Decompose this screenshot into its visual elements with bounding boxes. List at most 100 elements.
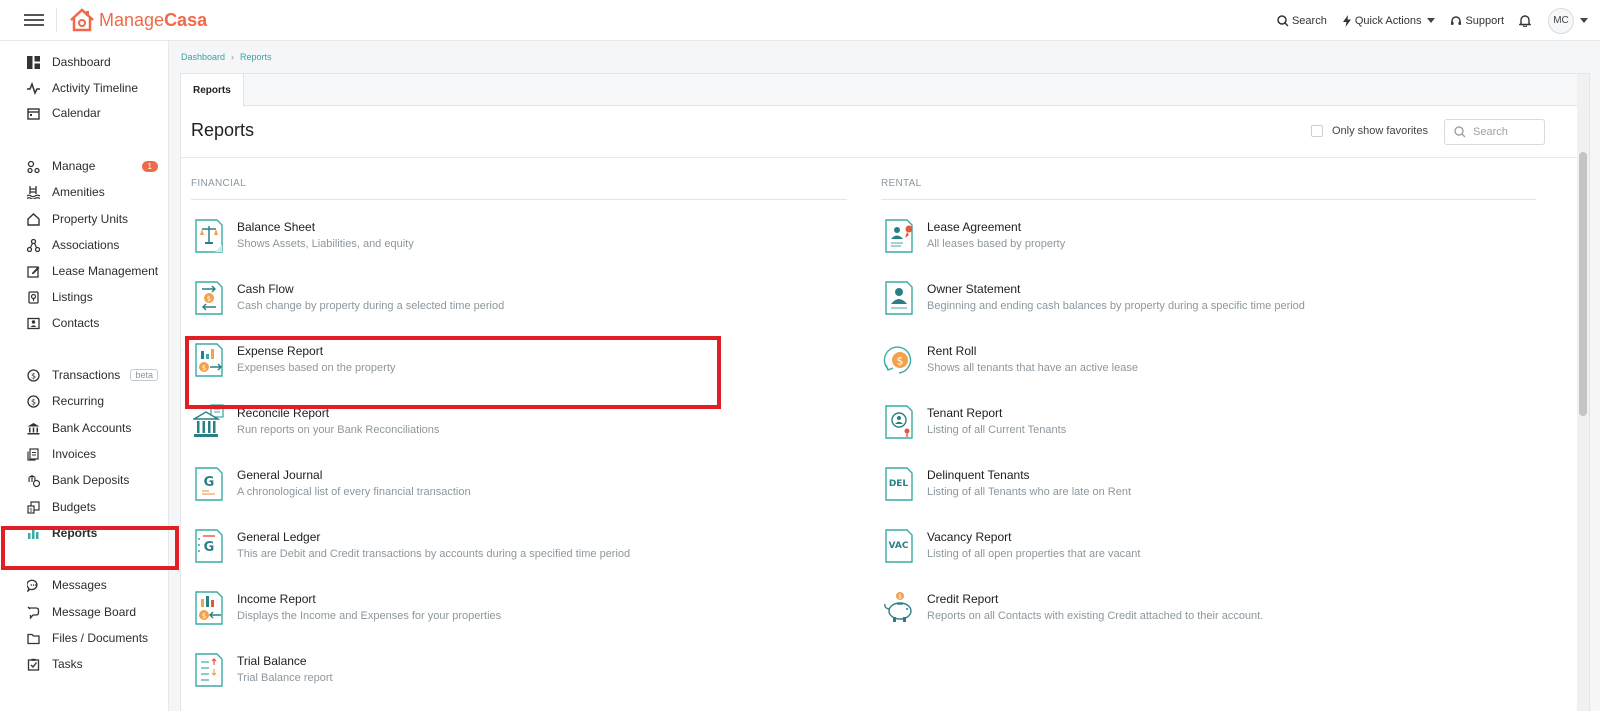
favorites-checkbox[interactable] — [1311, 125, 1323, 137]
sidebar-item-listings[interactable]: Listings — [26, 287, 164, 307]
support-link[interactable]: Support — [1450, 15, 1504, 27]
sidebar-item-lease-management[interactable]: Lease Management — [26, 261, 164, 281]
sidebar-item-reports[interactable]: Reports — [26, 523, 164, 543]
brand-logo[interactable]: Manage Casa — [69, 8, 207, 32]
notifications-button[interactable] — [1519, 14, 1534, 27]
report-trial-balance[interactable]: Trial Balance Trial Balance report — [191, 646, 711, 708]
report-name: Balance Sheet — [237, 220, 316, 234]
report-search-box[interactable] — [1444, 119, 1545, 145]
bank-building-icon — [193, 404, 224, 437]
report-vacancy-report[interactable]: VAC Vacancy Report Listing of all open p… — [881, 522, 1401, 584]
sidebar-item-messages[interactable]: Messages — [26, 575, 164, 595]
sidebar-item-bank-deposits[interactable]: Bank Deposits — [26, 470, 164, 490]
sidebar-item-label: Reports — [52, 526, 98, 540]
report-description: All leases based by property — [927, 238, 1066, 250]
report-description: Cash change by property during a selecte… — [237, 300, 505, 312]
main-content: Dashboard › Reports Reports Reports Only… — [169, 41, 1600, 711]
tab-bar: Reports — [181, 74, 1589, 107]
sidebar-item-budgets[interactable]: $ Budgets — [26, 497, 164, 517]
svg-text:G: G — [204, 540, 215, 555]
deposit-icon — [26, 473, 40, 487]
report-search-input[interactable] — [1473, 126, 1539, 138]
sidebar-item-recurring[interactable]: $ Recurring — [26, 391, 164, 411]
sidebar-item-label: Activity Timeline — [52, 81, 139, 95]
listing-icon — [26, 290, 40, 304]
svg-text:$: $ — [897, 355, 904, 368]
report-description: Trial Balance report — [237, 672, 333, 684]
expense-icon: $ — [195, 343, 223, 377]
svg-text:$: $ — [29, 507, 33, 513]
lightning-icon — [1342, 14, 1351, 27]
sidebar-item-bank-accounts[interactable]: Bank Accounts — [26, 418, 164, 438]
breadcrumb-home-link[interactable]: Dashboard — [181, 52, 225, 62]
report-description: Listing of all Current Tenants — [927, 424, 1067, 436]
sidebar-item-label: Bank Accounts — [52, 421, 132, 435]
page-title: Reports — [191, 120, 255, 140]
sidebar-item-label: Files / Documents — [52, 631, 149, 645]
scrollbar[interactable] — [1577, 74, 1589, 711]
breadcrumb-current[interactable]: Reports — [240, 52, 272, 62]
report-reconcile-report[interactable]: Reconcile Report Run reports on your Ban… — [191, 398, 711, 460]
contact-icon — [26, 316, 40, 330]
recurring-icon: $ — [26, 394, 40, 408]
board-icon — [26, 605, 40, 619]
report-balance-sheet[interactable]: Balance Sheet Shows Assets, Liabilities,… — [191, 212, 711, 274]
report-name: Reconcile Report — [237, 406, 330, 420]
sidebar-item-associations[interactable]: Associations — [26, 235, 164, 255]
sidebar-item-label: Associations — [52, 238, 120, 252]
lease-icon — [885, 219, 913, 253]
user-menu[interactable]: MC — [1548, 7, 1588, 34]
beta-badge: beta — [130, 369, 158, 381]
search-icon — [1277, 14, 1289, 27]
breadcrumb: Dashboard › Reports — [181, 52, 272, 62]
sidebar-item-contacts[interactable]: Contacts — [26, 313, 164, 333]
report-name: Income Report — [237, 592, 316, 606]
sidebar-item-dashboard[interactable]: Dashboard — [26, 52, 164, 72]
top-search-label: Search — [1291, 14, 1327, 27]
brand-name-part2: Casa — [164, 9, 208, 30]
report-owner-statement[interactable]: Owner Statement Beginning and ending cas… — [881, 274, 1401, 336]
message-icon — [26, 578, 40, 592]
sidebar-item-files-documents[interactable]: Files / Documents — [26, 628, 164, 648]
search-icon — [1454, 126, 1466, 138]
sidebar-item-activity-timeline[interactable]: Activity Timeline — [26, 78, 164, 98]
report-income-report[interactable]: $ Income Report Displays the Income and … — [191, 584, 711, 646]
sidebar-item-amenities[interactable]: Amenities — [26, 182, 164, 202]
sidebar-item-property-units[interactable]: Property Units — [26, 209, 164, 229]
report-rent-roll[interactable]: $ Rent Roll Shows all tenants that have … — [881, 336, 1401, 398]
piggy-bank-icon: $ — [884, 592, 912, 622]
quick-actions-label: Quick Actions — [1354, 14, 1422, 27]
owner-icon — [885, 281, 913, 315]
home-icon — [26, 212, 40, 226]
report-description: Run reports on your Bank Reconciliations — [237, 424, 440, 436]
sidebar-item-calendar[interactable]: Calendar — [26, 103, 164, 123]
sidebar-item-manage[interactable]: Manage 1 — [26, 156, 164, 176]
sidebar-item-tasks[interactable]: Tasks — [26, 654, 164, 674]
sidebar-item-invoices[interactable]: Invoices — [26, 444, 164, 464]
sidebar-item-label: Amenities — [52, 185, 105, 199]
sidebar: Dashboard Activity Timeline Calendar Man… — [0, 41, 169, 711]
menu-icon[interactable] — [24, 11, 44, 29]
quick-actions-dropdown[interactable]: Quick Actions — [1342, 14, 1436, 27]
report-lease-agreement[interactable]: Lease Agreement All leases based by prop… — [881, 212, 1401, 274]
report-general-ledger[interactable]: G General Ledger This are Debit and Cred… — [191, 522, 711, 584]
manage-icon — [26, 159, 40, 173]
budget-icon: $ — [26, 500, 40, 514]
report-expense-report[interactable]: $ Expense Report Expenses based on the p… — [191, 336, 711, 398]
top-search-link[interactable]: Search — [1277, 15, 1327, 27]
report-credit-report[interactable]: $ Credit Report Reports on all Contacts … — [881, 584, 1401, 646]
avatar: MC — [1548, 7, 1574, 34]
invoice-icon — [26, 447, 40, 461]
sidebar-item-transactions[interactable]: $ Transactions beta — [26, 365, 164, 385]
report-general-journal[interactable]: G General Journal A chronological list o… — [191, 460, 711, 522]
activity-icon — [26, 81, 40, 95]
scrollbar-thumb[interactable] — [1579, 152, 1587, 416]
tab-reports[interactable]: Reports — [181, 74, 244, 107]
favorites-filter[interactable]: Only show favorites — [1311, 125, 1428, 137]
report-tenant-report[interactable]: Tenant Report Listing of all Current Ten… — [881, 398, 1401, 460]
sidebar-item-label: Message Board — [52, 605, 137, 619]
report-delinquent-tenants[interactable]: DEL Delinquent Tenants Listing of all Te… — [881, 460, 1401, 522]
sidebar-item-message-board[interactable]: Message Board — [26, 602, 164, 622]
report-cash-flow[interactable]: $ Cash Flow Cash change by property duri… — [191, 274, 711, 336]
top-bar: Manage Casa Search Quick Actions Support … — [0, 0, 1600, 41]
